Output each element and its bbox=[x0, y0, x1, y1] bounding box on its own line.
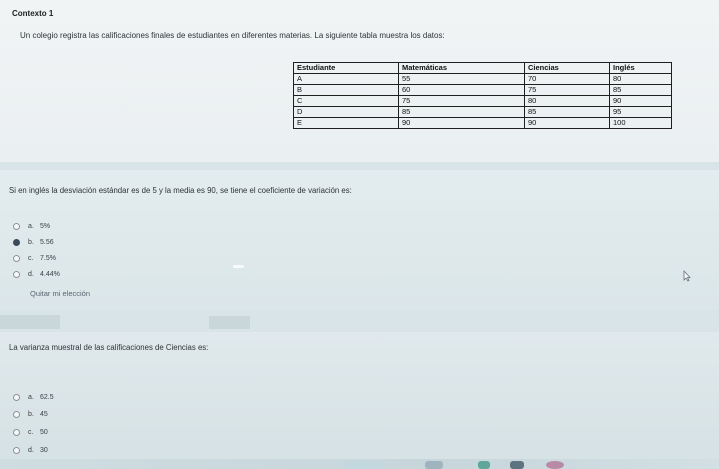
question-2-text: La varianza muestral de las calificacion… bbox=[9, 343, 209, 352]
radio-unchecked-icon[interactable] bbox=[13, 410, 20, 418]
option-value: 5% bbox=[40, 222, 51, 230]
radio-unchecked-icon[interactable] bbox=[13, 393, 20, 401]
table-row: B 60 75 85 bbox=[293, 84, 672, 96]
table-cell: 95 bbox=[609, 106, 672, 118]
option-value: 45 bbox=[40, 410, 48, 418]
radio-checked-icon[interactable] bbox=[13, 238, 20, 246]
option-letter: d. bbox=[28, 446, 34, 454]
table-cell: 100 bbox=[609, 117, 672, 129]
radio-unchecked-icon[interactable] bbox=[13, 222, 20, 230]
question-2-panel: La varianza muestral de las calificacion… bbox=[0, 332, 719, 469]
option-letter: a. bbox=[28, 393, 34, 401]
table-cell: A bbox=[293, 73, 399, 85]
question-2-option-b[interactable]: b. 45 bbox=[13, 408, 48, 420]
table-cell: 85 bbox=[609, 84, 672, 96]
taskbar-app-icon[interactable] bbox=[425, 461, 443, 469]
table-cell: 75 bbox=[398, 95, 525, 107]
question-2-option-d[interactable]: d. 30 bbox=[13, 444, 48, 456]
table-cell: 70 bbox=[524, 73, 610, 85]
table-cell: 90 bbox=[524, 117, 610, 129]
grades-table: Estudiante Matemáticas Ciencias Inglés A… bbox=[293, 62, 672, 129]
option-letter: c. bbox=[28, 254, 34, 262]
table-header-row: Estudiante Matemáticas Ciencias Inglés bbox=[293, 62, 672, 74]
context-description: Un colegio registra las calificaciones f… bbox=[20, 31, 445, 40]
question-2-option-c[interactable]: c. 50 bbox=[13, 426, 48, 438]
table-cell: C bbox=[293, 95, 399, 107]
question-1-panel: Si en inglés la desviación estándar es d… bbox=[0, 170, 719, 310]
table-cell: 60 bbox=[398, 84, 525, 96]
header-matematicas: Matemáticas bbox=[398, 62, 525, 74]
taskbar-app-icon[interactable] bbox=[510, 461, 524, 469]
header-ciencias: Ciencias bbox=[524, 62, 610, 74]
table-cell: 80 bbox=[524, 95, 610, 107]
question-1-option-a[interactable]: a. 5% bbox=[13, 220, 50, 232]
option-letter: b. bbox=[28, 238, 34, 246]
table-cell: 85 bbox=[524, 106, 610, 118]
panel-divider bbox=[209, 316, 250, 329]
table-cell: 75 bbox=[524, 84, 610, 96]
table-row: A 55 70 80 bbox=[293, 73, 672, 85]
header-ingles: Inglés bbox=[609, 62, 672, 74]
panel-divider bbox=[0, 315, 60, 329]
mouse-cursor-icon bbox=[683, 270, 691, 282]
table-cell: 85 bbox=[398, 106, 525, 118]
context-title: Contexto 1 bbox=[12, 9, 54, 18]
radio-unchecked-icon[interactable] bbox=[13, 446, 20, 454]
table-cell: 90 bbox=[609, 95, 672, 107]
option-value: 50 bbox=[40, 428, 48, 436]
context-panel: Contexto 1 Un colegio registra las calif… bbox=[0, 0, 719, 162]
taskbar-app-icon[interactable] bbox=[345, 461, 383, 469]
option-value: 4.44% bbox=[40, 270, 60, 278]
option-letter: d. bbox=[28, 270, 34, 278]
option-value: 30 bbox=[40, 446, 48, 454]
question-1-text: Si en inglés la desviación estándar es d… bbox=[9, 186, 352, 195]
question-1-option-b[interactable]: b. 5.56 bbox=[13, 236, 54, 248]
clear-choice-link[interactable]: Quitar mi elección bbox=[30, 289, 90, 298]
question-1-option-d[interactable]: d. 4.44% bbox=[13, 268, 60, 280]
table-cell: 90 bbox=[398, 117, 525, 129]
header-estudiante: Estudiante bbox=[293, 62, 399, 74]
option-value: 7.5% bbox=[40, 254, 56, 262]
table-cell: D bbox=[293, 106, 399, 118]
question-1-option-c[interactable]: c. 7.5% bbox=[13, 252, 56, 264]
table-row: E 90 90 100 bbox=[293, 117, 672, 129]
table-row: C 75 80 90 bbox=[293, 95, 672, 107]
radio-unchecked-icon[interactable] bbox=[13, 270, 20, 278]
question-2-option-a[interactable]: a. 62.5 bbox=[13, 391, 54, 403]
table-cell: E bbox=[293, 117, 399, 129]
table-row: D 85 85 95 bbox=[293, 106, 672, 118]
option-value: 5.56 bbox=[40, 238, 54, 246]
option-letter: c. bbox=[28, 428, 34, 436]
taskbar-app-icon[interactable] bbox=[546, 461, 564, 469]
screen-glare bbox=[233, 265, 244, 268]
radio-unchecked-icon[interactable] bbox=[13, 428, 20, 436]
option-letter: b. bbox=[28, 410, 34, 418]
radio-unchecked-icon[interactable] bbox=[13, 254, 20, 262]
table-cell: B bbox=[293, 84, 399, 96]
option-letter: a. bbox=[28, 222, 34, 230]
table-cell: 55 bbox=[398, 73, 525, 85]
table-cell: 80 bbox=[609, 73, 672, 85]
option-value: 62.5 bbox=[40, 393, 54, 401]
taskbar-app-icon[interactable] bbox=[478, 461, 490, 469]
